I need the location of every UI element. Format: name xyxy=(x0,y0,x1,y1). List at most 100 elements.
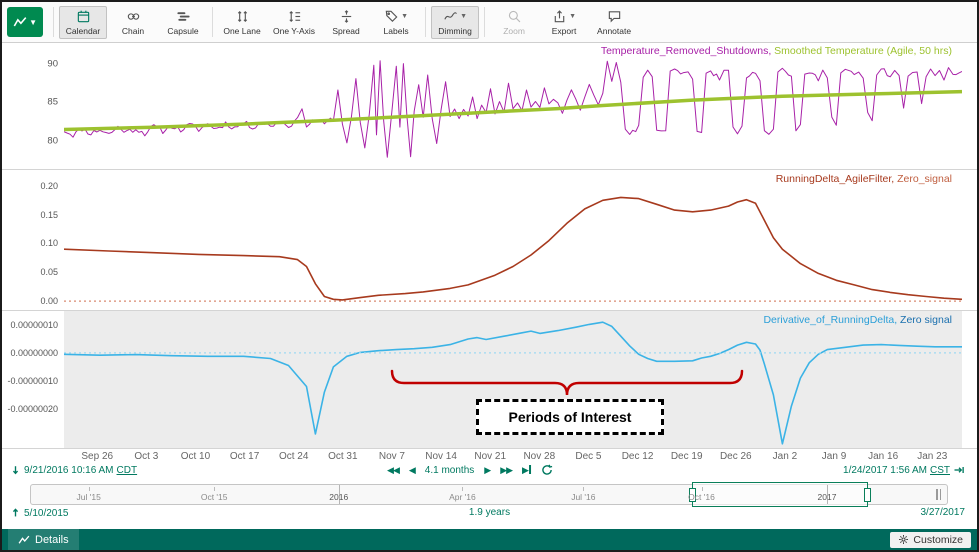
toolbar-button-label: One Y-Axis xyxy=(273,26,315,36)
step-back-full-button[interactable]: ◀◀ xyxy=(387,464,399,476)
dimming-curve-icon xyxy=(443,9,458,24)
timeline-selection[interactable] xyxy=(692,482,868,507)
trend-chart-icon xyxy=(13,15,27,29)
jump-to-now-button[interactable]: ▶ xyxy=(522,464,531,476)
timeline-track[interactable]: Jul '15 Oct '15 2016 Apr '16 Jul '16 Oct '16 2… xyxy=(30,484,948,505)
display-range-end: 1/24/2017 1:56 AM CST xyxy=(843,464,965,476)
lane-yaxis-2[interactable]: 0.20 0.15 0.10 0.05 0.00 xyxy=(2,170,64,310)
step-forward-half-button[interactable]: ▶ xyxy=(484,464,490,476)
duration-selector[interactable]: 4.1 months xyxy=(425,465,474,476)
y-tick-label: 0.05 xyxy=(40,267,58,277)
chain-icon xyxy=(126,9,141,24)
details-tab-label: Details xyxy=(35,534,69,546)
y-tick-label: 0.15 xyxy=(40,210,58,220)
series-RunningDelta_AgileFilter xyxy=(64,197,962,300)
playback-controls: ◀◀ ◀ 4.1 months ▶ ▶▶ ▶ xyxy=(387,464,553,476)
toolbar-button-dimming[interactable]: ▼ Dimming xyxy=(431,6,479,39)
app-window: ▼ Calendar Chain Capsule One Lane One Y-… xyxy=(0,0,979,552)
capsule-lanes-icon xyxy=(176,9,191,24)
legend-item: Zero_signal xyxy=(897,173,952,185)
y-tick-label: 0.00 xyxy=(40,296,58,306)
lane-plot-area-1[interactable]: Temperature_Removed_Shutdowns, Smoothed … xyxy=(64,42,962,169)
timeline-end-grip[interactable] xyxy=(936,489,944,500)
start-timezone-link[interactable]: CDT xyxy=(117,465,138,476)
bottom-panel-bar: Details Customize xyxy=(2,529,977,550)
toolbar-button-chain[interactable]: Chain xyxy=(109,6,157,39)
chevron-down-icon: ▼ xyxy=(401,13,408,20)
toolbar-divider xyxy=(484,7,485,37)
range-start: 5/10/2015 xyxy=(10,507,69,519)
step-forward-full-button[interactable]: ▶▶ xyxy=(500,464,512,476)
legend-item: Temperature_Removed_Shutdowns, xyxy=(601,45,774,57)
toolbar-button-one-y-axis[interactable]: One Y-Axis xyxy=(268,6,320,39)
range-start-date: 5/10/2015 xyxy=(24,508,69,519)
arrow-down-icon xyxy=(10,464,21,476)
toolbar-button-labels[interactable]: ▼ Labels xyxy=(372,6,420,39)
y-tick-label: 90 xyxy=(47,58,58,69)
lane-yaxis-1[interactable]: 90 85 80 xyxy=(2,42,64,169)
lane-plot-area-3[interactable]: Periods of Interest Derivative_of_Runnin… xyxy=(64,311,962,448)
toolbar-button-capsule[interactable]: Capsule xyxy=(159,6,207,39)
timeline-label: 2017 xyxy=(818,492,837,502)
toolbar-button-calendar[interactable]: Calendar xyxy=(59,6,107,39)
legend-item: Smoothed Temperature (Agile, 50 hrs) xyxy=(774,45,952,57)
lane-plot-area-2[interactable]: RunningDelta_AgileFilter, Zero_signal xyxy=(64,170,962,310)
lane-legend-3: Derivative_of_RunningDelta, Zero signal xyxy=(763,314,952,326)
legend-item: Derivative_of_RunningDelta, xyxy=(763,314,900,326)
calendar-icon xyxy=(76,9,91,24)
toolbar-divider xyxy=(53,7,54,37)
y-tick-label: 85 xyxy=(47,97,58,108)
refresh-icon[interactable] xyxy=(541,464,553,476)
toolbar-button-label: One Lane xyxy=(223,26,260,36)
range-end-date: 3/27/2017 xyxy=(921,507,966,518)
series-Temperature_Removed_Shutdowns xyxy=(64,61,962,157)
timeline-label: Jul '16 xyxy=(571,492,595,502)
timeline-label: Oct '16 xyxy=(688,492,715,502)
customize-button[interactable]: Customize xyxy=(890,532,971,548)
toolbar-button-spread[interactable]: Spread xyxy=(322,6,370,39)
toolbar-button-label: Dimming xyxy=(438,26,472,36)
y-tick-label: 0.10 xyxy=(40,238,58,248)
chevron-down-icon: ▼ xyxy=(29,18,37,27)
investigate-range-row: 5/10/2015 1.9 years 3/27/2017 xyxy=(2,505,977,523)
toolbar-button-label: Spread xyxy=(332,26,359,36)
lane-yaxis-3[interactable]: 0.000000100.00000000-0.00000010-0.000000… xyxy=(2,311,64,448)
timeline-label: Apr '16 xyxy=(449,492,476,502)
toolbar-divider xyxy=(212,7,213,37)
timeline-tick xyxy=(702,487,703,491)
chevron-down-icon: ▼ xyxy=(460,13,467,20)
display-range-start: 9/21/2016 10:16 AM CDT xyxy=(10,464,137,476)
one-y-axis-icon xyxy=(287,9,302,24)
timeline-label: Jul '15 xyxy=(77,492,101,502)
lane-running-delta[interactable]: 0.20 0.15 0.10 0.05 0.00 RunningDelta_AgileF… xyxy=(2,169,977,310)
selection-right-handle[interactable] xyxy=(864,488,871,502)
timeline-label: 2016 xyxy=(329,492,348,502)
lane-derivative[interactable]: 0.000000100.00000000-0.00000010-0.000000… xyxy=(2,310,977,448)
end-timezone-link[interactable]: CST xyxy=(930,465,950,476)
legend-item: Zero signal xyxy=(900,314,952,326)
lane-plot-2 xyxy=(64,170,962,310)
toolbar-button-label: Export xyxy=(552,26,577,36)
lane-temperature[interactable]: 90 85 80 Temperature_Removed_Shutdowns, Sm… xyxy=(2,42,977,169)
time-navigation-row: 9/21/2016 10:16 AM CDT ◀◀ ◀ 4.1 months ▶… xyxy=(2,461,977,481)
lane-legend-1: Temperature_Removed_Shutdowns, Smoothed … xyxy=(601,45,952,57)
y-tick-label: 0.20 xyxy=(40,181,58,191)
toolbar-button-annotate[interactable]: Annotate xyxy=(590,6,638,39)
trend-view-logo-button[interactable]: ▼ xyxy=(7,7,43,37)
y-tick-label: 80 xyxy=(47,136,58,147)
timeline-label: Oct '15 xyxy=(201,492,228,502)
toolbar: ▼ Calendar Chain Capsule One Lane One Y-… xyxy=(2,2,977,43)
customize-button-label: Customize xyxy=(913,534,963,546)
toolbar-button-one-lane[interactable]: One Lane xyxy=(218,6,266,39)
toolbar-button-export[interactable]: ▼ Export xyxy=(540,6,588,39)
start-datetime: 9/21/2016 10:16 AM xyxy=(24,465,114,476)
timeline-tick xyxy=(462,487,463,491)
toolbar-button-label: Calendar xyxy=(66,26,101,36)
details-tab[interactable]: Details xyxy=(8,529,79,550)
toolbar-button-zoom: Zoom xyxy=(490,6,538,39)
export-icon xyxy=(552,9,567,24)
gear-icon xyxy=(898,534,909,545)
step-back-half-button[interactable]: ◀ xyxy=(409,464,415,476)
series-Smoothed_Temperature_Agile_50hrs xyxy=(64,92,962,130)
arrow-up-icon xyxy=(10,507,21,519)
